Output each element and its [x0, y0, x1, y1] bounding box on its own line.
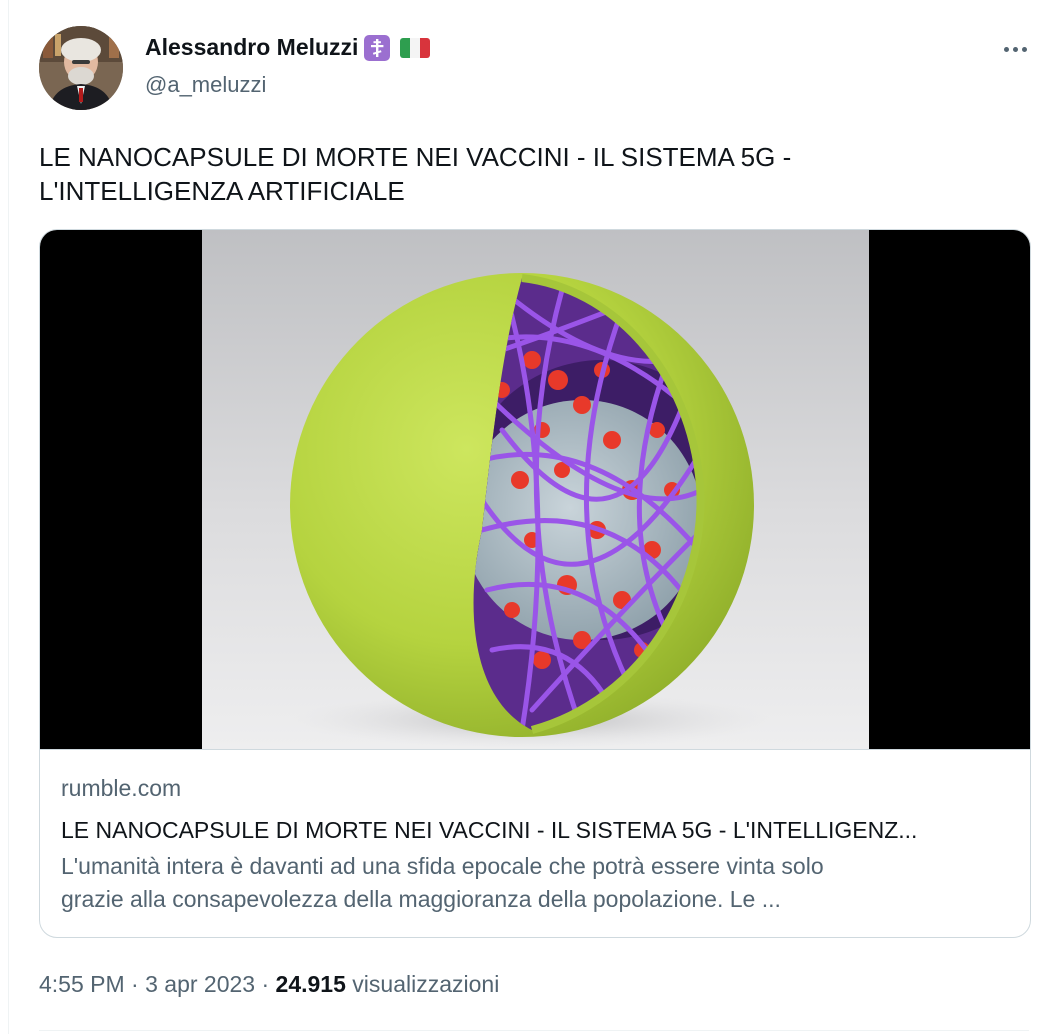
meta-separator: · [261, 971, 270, 997]
more-dot-icon [1021, 46, 1027, 52]
card-description-line: grazie alla consapevolezza della maggior… [61, 886, 781, 912]
more-dot-icon [1012, 46, 1018, 52]
tweet-meta: 4:55 PM · 3 apr 2023 · 24.915 visualizza… [39, 971, 499, 998]
views-label: visualizzazioni [352, 971, 500, 997]
bottom-divider [39, 1030, 1029, 1031]
more-dot-icon [1003, 46, 1009, 52]
card-description: L'umanità intera è davanti ad una sfida … [61, 850, 1011, 916]
tweet-text-line: L'INTELLIGENZA ARTIFICIALE [39, 176, 405, 206]
views-count[interactable]: 24.915 [276, 971, 346, 997]
meta-separator: · [131, 971, 139, 997]
author-display-name[interactable]: Alessandro Meluzzi [145, 34, 358, 61]
author-name-row[interactable]: Alessandro Meluzzi [145, 34, 431, 61]
link-preview-card[interactable]: rumble.com LE NANOCAPSULE DI MORTE NEI V… [39, 229, 1031, 938]
orthodox-cross-icon [364, 34, 391, 61]
tweet-date[interactable]: 3 apr 2023 [145, 971, 255, 997]
card-media[interactable] [40, 230, 1030, 749]
tweet-text-line: LE NANOCAPSULE DI MORTE NEI VACCINI - IL… [39, 142, 792, 172]
avatar[interactable] [39, 26, 123, 110]
tweet-text: LE NANOCAPSULE DI MORTE NEI VACCINI - IL… [39, 140, 999, 208]
author-handle[interactable]: @a_meluzzi [145, 72, 266, 98]
nanocapsule-image [202, 230, 869, 749]
italy-flag-icon [400, 37, 431, 58]
card-divider [40, 749, 1030, 750]
tweet: Alessandro Meluzzi @a_meluzzi LE NANOCAP… [0, 0, 1046, 1034]
more-options-button[interactable] [996, 36, 1034, 62]
card-title[interactable]: LE NANOCAPSULE DI MORTE NEI VACCINI - IL… [61, 817, 1011, 844]
card-description-line: L'umanità intera è davanti ad una sfida … [61, 853, 824, 879]
card-domain[interactable]: rumble.com [61, 775, 181, 802]
tweet-time[interactable]: 4:55 PM [39, 971, 125, 997]
